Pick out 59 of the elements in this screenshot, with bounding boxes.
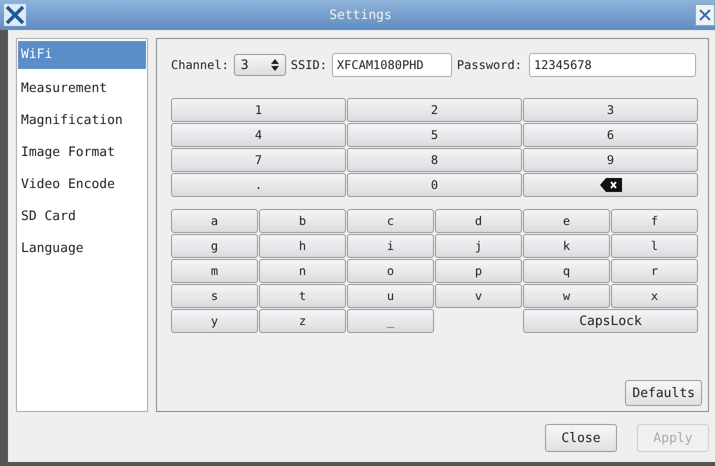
channel-label: Channel: xyxy=(171,58,229,72)
keypad-key[interactable]: . xyxy=(171,173,346,197)
close-dialog-button[interactable]: Close xyxy=(545,424,617,452)
keyboard-key[interactable]: i xyxy=(347,234,434,258)
ssid-label: SSID: xyxy=(290,58,327,72)
keypad-key[interactable]: 7 xyxy=(171,148,346,172)
keypad-key[interactable]: 0 xyxy=(347,173,522,197)
keypad-key[interactable]: 5 xyxy=(347,123,522,147)
keypad-key[interactable]: 9 xyxy=(523,148,698,172)
keyboard-key[interactable]: p xyxy=(435,259,522,283)
keypad-key[interactable]: 2 xyxy=(347,98,522,122)
defaults-button[interactable]: Defaults xyxy=(625,380,702,406)
backspace-key[interactable] xyxy=(523,173,698,197)
keyboard-key[interactable]: b xyxy=(259,209,346,233)
keyboard-key[interactable]: w xyxy=(523,284,610,308)
keypad-key[interactable]: 6 xyxy=(523,123,698,147)
keyboard-key[interactable]: m xyxy=(171,259,258,283)
keyboard-key[interactable]: t xyxy=(259,284,346,308)
keyboard-key[interactable]: n xyxy=(259,259,346,283)
keyboard-key[interactable]: _ xyxy=(347,309,434,333)
keyboard-key[interactable]: v xyxy=(435,284,522,308)
sidebar-item[interactable]: Language xyxy=(18,233,146,265)
keypad-key[interactable]: 1 xyxy=(171,98,346,122)
keyboard-key[interactable]: q xyxy=(523,259,610,283)
keypad-key[interactable]: 4 xyxy=(171,123,346,147)
keyboard-key[interactable]: k xyxy=(523,234,610,258)
keyboard-key[interactable]: f xyxy=(611,209,698,233)
keyboard-key[interactable]: x xyxy=(611,284,698,308)
keyboard-key[interactable]: e xyxy=(523,209,610,233)
ssid-field[interactable]: XFCAM1080PHD xyxy=(332,53,452,77)
keyboard-key[interactable]: r xyxy=(611,259,698,283)
channel-spinbox[interactable]: 3 xyxy=(234,54,286,76)
keyboard-key[interactable]: o xyxy=(347,259,434,283)
sidebar-item[interactable]: Measurement xyxy=(18,73,146,105)
window-title: Settings xyxy=(328,8,393,22)
close-icon xyxy=(699,9,711,21)
sidebar-item[interactable]: Video Encode xyxy=(18,169,146,201)
keyboard-key[interactable]: u xyxy=(347,284,434,308)
keyboard-key[interactable]: y xyxy=(171,309,258,333)
close-button[interactable] xyxy=(695,4,715,26)
keyboard-key[interactable]: d xyxy=(435,209,522,233)
keyboard-key[interactable]: g xyxy=(171,234,258,258)
keyboard-key[interactable]: l xyxy=(611,234,698,258)
spin-arrows-icon xyxy=(270,59,279,71)
keyboard-key[interactable]: CapsLock xyxy=(523,309,698,333)
keyboard-key[interactable]: a xyxy=(171,209,258,233)
keypad-key[interactable]: 3 xyxy=(523,98,698,122)
backspace-icon xyxy=(600,178,622,192)
keyboard-key[interactable]: j xyxy=(435,234,522,258)
sidebar-item[interactable]: SD Card xyxy=(18,201,146,233)
keypad-key[interactable]: 8 xyxy=(347,148,522,172)
sidebar-item[interactable]: Magnification xyxy=(18,105,146,137)
keyboard-key[interactable]: z xyxy=(259,309,346,333)
keyboard-key[interactable]: h xyxy=(259,234,346,258)
keyboard-key[interactable]: s xyxy=(171,284,258,308)
password-label: Password: xyxy=(456,58,522,72)
sidebar-item[interactable]: Image Format xyxy=(18,137,146,169)
password-field[interactable]: 12345678 xyxy=(528,53,696,77)
keyboard-key[interactable]: c xyxy=(347,209,434,233)
